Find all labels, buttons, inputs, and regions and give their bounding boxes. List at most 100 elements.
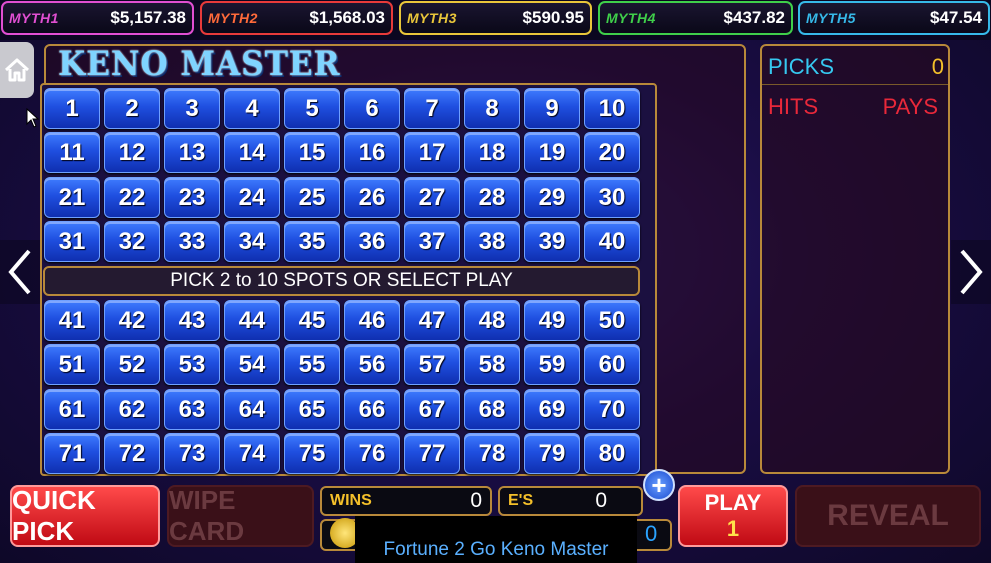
keno-number-12[interactable]: 12 <box>104 132 160 173</box>
jackpot-name: MYTH3 <box>407 10 457 26</box>
keno-number-53[interactable]: 53 <box>164 344 220 385</box>
keno-number-4[interactable]: 4 <box>224 88 280 129</box>
jackpot-name: MYTH2 <box>208 10 258 26</box>
keno-number-1[interactable]: 1 <box>44 88 100 129</box>
keno-number-26[interactable]: 26 <box>344 177 400 218</box>
keno-number-73[interactable]: 73 <box>164 433 220 474</box>
quick-pick-button[interactable]: QUICK PICK <box>10 485 160 547</box>
keno-number-59[interactable]: 59 <box>524 344 580 385</box>
picks-label: PICKS <box>768 54 835 79</box>
keno-number-46[interactable]: 46 <box>344 300 400 341</box>
picks-value: 0 <box>931 54 944 79</box>
keno-number-15[interactable]: 15 <box>284 132 340 173</box>
keno-number-21[interactable]: 21 <box>44 177 100 218</box>
keno-number-17[interactable]: 17 <box>404 132 460 173</box>
keno-number-62[interactable]: 62 <box>104 389 160 430</box>
keno-number-47[interactable]: 47 <box>404 300 460 341</box>
keno-number-31[interactable]: 31 <box>44 221 100 262</box>
keno-number-55[interactable]: 55 <box>284 344 340 385</box>
previous-page-button[interactable] <box>0 240 40 304</box>
keno-number-52[interactable]: 52 <box>104 344 160 385</box>
keno-number-51[interactable]: 51 <box>44 344 100 385</box>
es-display: E'S 0 <box>498 486 643 516</box>
keno-number-50[interactable]: 50 <box>584 300 640 341</box>
keno-number-72[interactable]: 72 <box>104 433 160 474</box>
keno-number-14[interactable]: 14 <box>224 132 280 173</box>
keno-number-30[interactable]: 30 <box>584 177 640 218</box>
keno-number-65[interactable]: 65 <box>284 389 340 430</box>
keno-number-66[interactable]: 66 <box>344 389 400 430</box>
keno-number-22[interactable]: 22 <box>104 177 160 218</box>
keno-number-40[interactable]: 40 <box>584 221 640 262</box>
wipe-card-button[interactable]: WIPE CARD <box>167 485 314 547</box>
keno-number-18[interactable]: 18 <box>464 132 520 173</box>
keno-number-7[interactable]: 7 <box>404 88 460 129</box>
keno-number-75[interactable]: 75 <box>284 433 340 474</box>
keno-number-13[interactable]: 13 <box>164 132 220 173</box>
keno-number-78[interactable]: 78 <box>464 433 520 474</box>
keno-number-63[interactable]: 63 <box>164 389 220 430</box>
keno-number-54[interactable]: 54 <box>224 344 280 385</box>
keno-number-49[interactable]: 49 <box>524 300 580 341</box>
keno-number-60[interactable]: 60 <box>584 344 640 385</box>
keno-number-10[interactable]: 10 <box>584 88 640 129</box>
wins-label: WINS <box>330 492 372 509</box>
keno-number-36[interactable]: 36 <box>344 221 400 262</box>
jackpot-name: MYTH1 <box>9 10 59 26</box>
keno-number-34[interactable]: 34 <box>224 221 280 262</box>
pays-label: PAYS <box>882 94 938 119</box>
home-button[interactable] <box>0 42 34 98</box>
keno-number-11[interactable]: 11 <box>44 132 100 173</box>
keno-number-3[interactable]: 3 <box>164 88 220 129</box>
reveal-button[interactable]: REVEAL <box>795 485 981 547</box>
keno-number-80[interactable]: 80 <box>584 433 640 474</box>
paytable-divider <box>762 84 948 85</box>
chevron-right-icon <box>960 249 983 295</box>
keno-number-28[interactable]: 28 <box>464 177 520 218</box>
increase-bet-button[interactable]: + <box>643 469 675 501</box>
keno-number-64[interactable]: 64 <box>224 389 280 430</box>
keno-number-57[interactable]: 57 <box>404 344 460 385</box>
keno-number-58[interactable]: 58 <box>464 344 520 385</box>
keno-number-70[interactable]: 70 <box>584 389 640 430</box>
keno-number-43[interactable]: 43 <box>164 300 220 341</box>
next-page-button[interactable] <box>951 240 991 304</box>
keno-number-42[interactable]: 42 <box>104 300 160 341</box>
keno-number-76[interactable]: 76 <box>344 433 400 474</box>
keno-number-27[interactable]: 27 <box>404 177 460 218</box>
keno-number-2[interactable]: 2 <box>104 88 160 129</box>
keno-number-25[interactable]: 25 <box>284 177 340 218</box>
keno-number-19[interactable]: 19 <box>524 132 580 173</box>
keno-number-67[interactable]: 67 <box>404 389 460 430</box>
keno-number-8[interactable]: 8 <box>464 88 520 129</box>
keno-number-9[interactable]: 9 <box>524 88 580 129</box>
keno-number-56[interactable]: 56 <box>344 344 400 385</box>
play-button[interactable]: PLAY 1 <box>678 485 788 547</box>
keno-number-24[interactable]: 24 <box>224 177 280 218</box>
keno-number-45[interactable]: 45 <box>284 300 340 341</box>
keno-number-79[interactable]: 79 <box>524 433 580 474</box>
keno-number-5[interactable]: 5 <box>284 88 340 129</box>
keno-number-35[interactable]: 35 <box>284 221 340 262</box>
keno-number-74[interactable]: 74 <box>224 433 280 474</box>
keno-number-32[interactable]: 32 <box>104 221 160 262</box>
keno-number-44[interactable]: 44 <box>224 300 280 341</box>
jackpot-value: $5,157.38 <box>110 8 186 27</box>
keno-number-77[interactable]: 77 <box>404 433 460 474</box>
keno-number-37[interactable]: 37 <box>404 221 460 262</box>
keno-number-38[interactable]: 38 <box>464 221 520 262</box>
keno-number-71[interactable]: 71 <box>44 433 100 474</box>
keno-number-23[interactable]: 23 <box>164 177 220 218</box>
keno-number-69[interactable]: 69 <box>524 389 580 430</box>
picks-row: PICKS 0 <box>768 54 944 80</box>
keno-number-20[interactable]: 20 <box>584 132 640 173</box>
keno-number-6[interactable]: 6 <box>344 88 400 129</box>
keno-number-33[interactable]: 33 <box>164 221 220 262</box>
keno-number-39[interactable]: 39 <box>524 221 580 262</box>
keno-number-68[interactable]: 68 <box>464 389 520 430</box>
keno-number-16[interactable]: 16 <box>344 132 400 173</box>
keno-number-61[interactable]: 61 <box>44 389 100 430</box>
keno-number-29[interactable]: 29 <box>524 177 580 218</box>
keno-number-41[interactable]: 41 <box>44 300 100 341</box>
keno-number-48[interactable]: 48 <box>464 300 520 341</box>
